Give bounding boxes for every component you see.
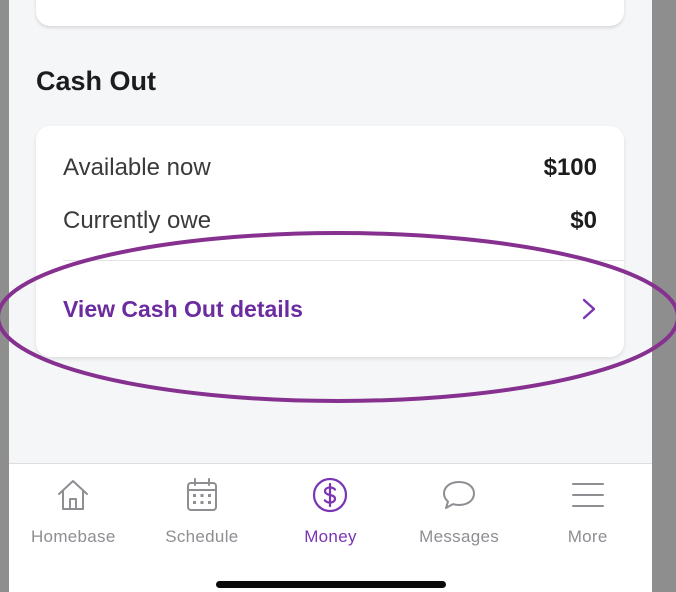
tab-homebase[interactable]: Homebase xyxy=(9,476,138,547)
section-title: Cash Out xyxy=(36,66,157,96)
available-now-row: Available now $100 xyxy=(63,151,597,185)
bottom-tab-bar: Homebase Schedule Money Messages More xyxy=(9,463,652,592)
view-cash-out-details-link[interactable]: View Cash Out details xyxy=(36,261,624,357)
tab-more[interactable]: More xyxy=(523,476,652,547)
tab-money-label: Money xyxy=(304,527,357,546)
currently-owe-label: Currently owe xyxy=(63,207,212,234)
tab-money[interactable]: Money xyxy=(266,476,395,547)
previous-card xyxy=(36,0,624,26)
app-screen: Cash Out Available now $100 Currently ow… xyxy=(9,0,652,592)
tab-messages[interactable]: Messages xyxy=(395,476,524,547)
available-now-value: $100 xyxy=(543,154,597,181)
view-cash-out-details-label: View Cash Out details xyxy=(63,295,303,322)
chevron-right-icon xyxy=(581,298,597,320)
tab-schedule[interactable]: Schedule xyxy=(138,476,267,547)
tab-messages-label: Messages xyxy=(419,527,500,546)
currently-owe-value: $0 xyxy=(570,207,597,234)
currently-owe-row: Currently owe $0 xyxy=(63,204,597,238)
available-now-label: Available now xyxy=(63,154,211,181)
tab-homebase-label: Homebase xyxy=(30,527,116,546)
calendar-icon xyxy=(183,476,221,514)
tab-schedule-label: Schedule xyxy=(165,527,239,546)
tab-more-label: More xyxy=(567,527,608,546)
home-indicator xyxy=(216,581,446,588)
cash-out-card: Available now $100 Currently owe $0 View… xyxy=(36,126,624,357)
home-icon xyxy=(54,476,92,514)
dollar-circle-icon xyxy=(311,476,349,514)
menu-icon xyxy=(569,476,607,514)
chat-bubble-icon xyxy=(440,476,478,514)
